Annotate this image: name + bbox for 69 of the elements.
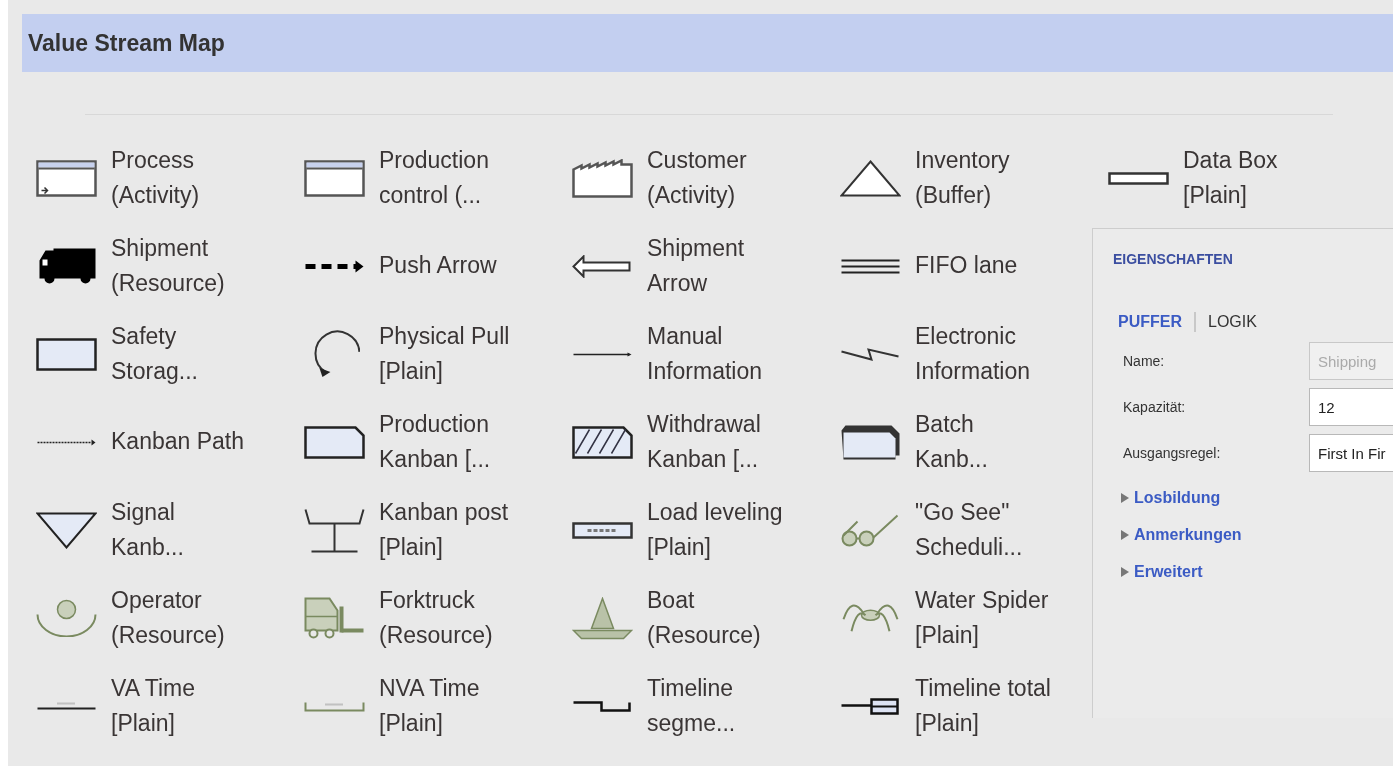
- window-box-icon: [303, 159, 365, 197]
- truck-icon: [37, 247, 97, 285]
- shape-label: Data Box [Plain]: [1183, 146, 1278, 210]
- field-label: Kapazität:: [1123, 397, 1187, 417]
- hatched-card-icon: [571, 425, 633, 459]
- shape-label: Process (Activity): [111, 146, 200, 210]
- slotted-box-icon: [571, 521, 633, 539]
- shape-label: Timeline total [Plain]: [915, 674, 1051, 738]
- shape-label: Timeline segme...: [647, 674, 736, 738]
- section-expander[interactable]: Anmerkungen: [1121, 523, 1393, 547]
- input-field[interactable]: First In Fir: [1309, 434, 1393, 472]
- shape-label: Safety Storag...: [111, 322, 198, 386]
- shape-label: Push Arrow: [379, 251, 497, 280]
- shape-label: NVA Time [Plain]: [379, 674, 480, 738]
- shape-label: Batch Kanb...: [915, 410, 988, 474]
- shape-label: FIFO lane: [915, 251, 1018, 280]
- shape-label: Operator (Resource): [111, 586, 225, 650]
- boat-icon: [571, 596, 633, 640]
- shape-label: Customer (Activity): [647, 146, 747, 210]
- glasses-icon: [840, 513, 899, 547]
- tab[interactable]: PUFFER: [1118, 310, 1182, 334]
- shape-label: Signal Kanb...: [111, 498, 184, 562]
- circular-arrow-icon: [313, 329, 361, 379]
- stacked-card-icon: [839, 423, 901, 461]
- shape-label: Inventory (Buffer): [915, 146, 1010, 210]
- shape-label: Forktruck (Resource): [379, 586, 493, 650]
- shape-label: Shipment (Resource): [111, 234, 225, 298]
- underline-icon: [35, 702, 97, 710]
- rectangle-icon: [35, 337, 97, 371]
- field-label: Name:: [1123, 351, 1166, 371]
- section-expander[interactable]: Erweitert: [1121, 560, 1393, 584]
- person-arc-icon: [35, 598, 97, 638]
- forklift-icon: [303, 597, 365, 639]
- shape-label: Water Spider [Plain]: [915, 586, 1049, 650]
- triangle-icon: [839, 159, 901, 197]
- card-shape-icon: [303, 425, 365, 459]
- panel-title: Value Stream Map: [28, 28, 225, 58]
- field-label: Ausgangsregel:: [1123, 443, 1222, 463]
- step-line-icon: [571, 700, 631, 712]
- bracket-icon: [303, 700, 365, 712]
- shape-label: Production Kanban [...: [379, 410, 491, 474]
- spider-icon: [841, 603, 899, 633]
- shape-label: Load leveling [Plain]: [647, 498, 783, 562]
- shape-label: "Go See" Scheduli...: [915, 498, 1023, 562]
- input-field[interactable]: 12: [1309, 388, 1393, 426]
- tab[interactable]: LOGIK: [1208, 310, 1257, 334]
- process-box-icon: [35, 159, 97, 197]
- lane-lines-icon: [839, 258, 901, 274]
- shape-label: Electronic Information: [915, 322, 1031, 386]
- shape-label: Physical Pull [Plain]: [379, 322, 510, 386]
- dashed-arrow-icon: [303, 258, 365, 274]
- shape-label: VA Time [Plain]: [111, 674, 195, 738]
- shape-label: Shipment Arrow: [647, 234, 745, 298]
- shape-label: Withdrawal Kanban [...: [647, 410, 761, 474]
- shape-label: Kanban post [Plain]: [379, 498, 509, 562]
- down-triangle-icon: [35, 511, 97, 549]
- shape-label: Boat (Resource): [647, 586, 761, 650]
- shape-label: Manual Information: [647, 322, 763, 386]
- shape-label: Production control (...: [379, 146, 489, 210]
- post-icon: [303, 507, 365, 553]
- section-expander[interactable]: Losbildung: [1121, 486, 1393, 510]
- line-arrow-icon: [571, 350, 633, 358]
- line-box-icon: [839, 697, 899, 715]
- dotted-arrow-icon: [35, 437, 97, 447]
- hollow-arrow-icon: [571, 254, 631, 278]
- properties-title: EIGENSCHAFTEN: [1113, 250, 1234, 269]
- shape-label: Kanban Path: [111, 427, 244, 456]
- rectangle-icon: [1107, 171, 1169, 185]
- factory-icon: [571, 158, 633, 198]
